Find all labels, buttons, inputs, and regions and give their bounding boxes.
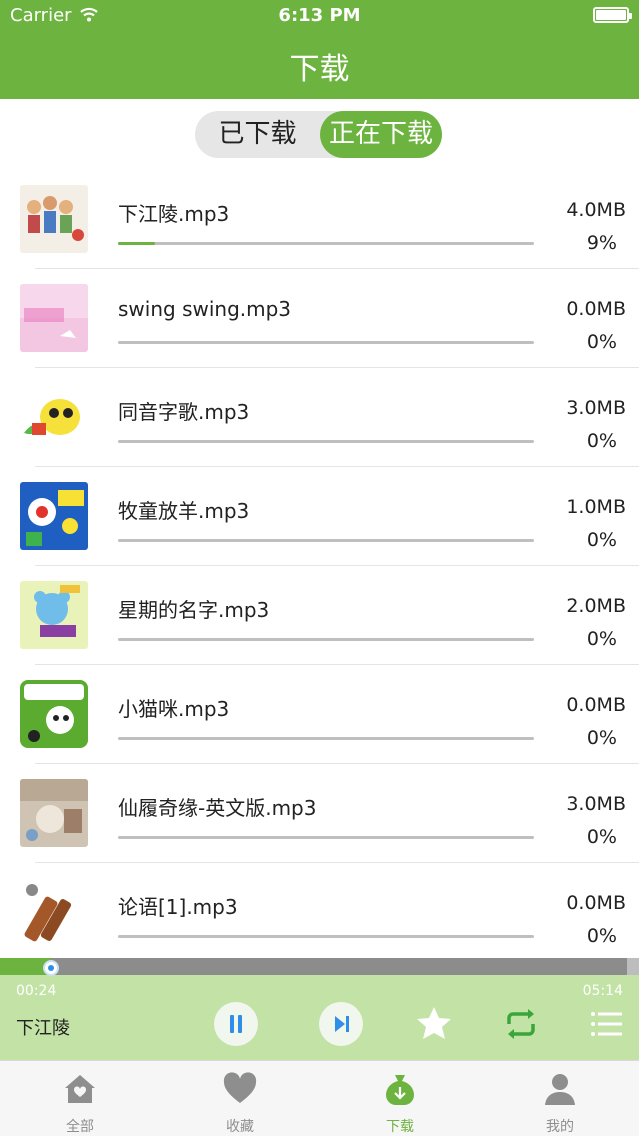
total-time: 05:14 (582, 983, 623, 999)
file-size: 2.0MB (566, 595, 626, 617)
download-segment-control: 已下载 正在下载 (195, 111, 442, 158)
segment-downloaded[interactable]: 已下载 (195, 111, 320, 158)
download-progress-bar (118, 242, 534, 245)
album-thumbnail (20, 482, 88, 550)
file-name: 下江陵.mp3 (118, 202, 230, 226)
file-size: 3.0MB (566, 793, 626, 815)
tab-bar: 全部 收藏 下载 我的 (0, 1060, 639, 1136)
download-item[interactable]: swing swing.mp3 0.0MB 0% (0, 269, 639, 368)
download-progress-bar (118, 440, 534, 443)
download-percent: 0% (586, 727, 617, 749)
download-percent: 0% (586, 529, 617, 551)
tab-label: 我的 (546, 1119, 574, 1135)
download-progress-bar (118, 341, 534, 344)
file-size: 4.0MB (566, 199, 626, 221)
tab-downloads[interactable]: 下载 (320, 1061, 480, 1136)
download-progress-bar (118, 638, 534, 641)
star-icon[interactable] (414, 1004, 454, 1044)
file-name: 星期的名字.mp3 (118, 598, 270, 622)
download-percent: 9% (586, 232, 617, 254)
tab-all[interactable]: 全部 (0, 1061, 160, 1136)
current-time: 00:24 (16, 983, 57, 999)
mini-player: 00:24 05:14 下江陵 (0, 958, 639, 1060)
file-size: 0.0MB (566, 694, 626, 716)
download-percent: 0% (586, 925, 617, 947)
repeat-icon[interactable] (501, 1004, 541, 1044)
download-percent: 0% (586, 826, 617, 848)
file-size: 1.0MB (566, 496, 626, 518)
file-name: 同音字歌.mp3 (118, 400, 250, 424)
download-progress-bar (118, 539, 534, 542)
download-item[interactable]: 牧童放羊.mp3 1.0MB 0% (0, 467, 639, 566)
page-title: 下载 (289, 52, 350, 87)
file-name: 仙履奇缘-英文版.mp3 (118, 796, 317, 820)
file-name: 小猫咪.mp3 (118, 697, 230, 721)
now-playing-title: 下江陵 (16, 1018, 70, 1039)
album-thumbnail (20, 779, 88, 847)
download-item[interactable]: 论语[1].mp3 0.0MB 0% (0, 863, 639, 962)
download-item[interactable]: 仙履奇缘-英文版.mp3 3.0MB 0% (0, 764, 639, 863)
playback-scrubber-handle[interactable] (43, 960, 60, 976)
pause-button[interactable] (214, 1002, 258, 1046)
download-item[interactable]: 星期的名字.mp3 2.0MB 0% (0, 566, 639, 665)
playback-progress-bar[interactable] (0, 958, 639, 975)
album-thumbnail (20, 680, 88, 748)
tab-label: 收藏 (226, 1119, 254, 1135)
download-percent: 0% (586, 331, 617, 353)
home-icon (65, 1075, 95, 1103)
album-thumbnail (20, 581, 88, 649)
download-icon (386, 1075, 414, 1105)
file-name: 论语[1].mp3 (118, 895, 238, 919)
file-size: 3.0MB (566, 397, 626, 419)
status-bar: Carrier 6:13 PM (0, 0, 639, 32)
tab-label: 全部 (66, 1119, 94, 1135)
download-percent: 0% (586, 430, 617, 452)
file-name: swing swing.mp3 (118, 297, 292, 321)
download-progress-bar (118, 836, 534, 839)
tab-mine[interactable]: 我的 (480, 1061, 639, 1136)
album-thumbnail (20, 185, 88, 253)
album-thumbnail (20, 284, 88, 352)
download-progress-bar (118, 935, 534, 938)
user-icon (545, 1074, 575, 1105)
status-time: 6:13 PM (278, 5, 361, 26)
segment-downloading[interactable]: 正在下载 (320, 111, 442, 158)
album-thumbnail (20, 878, 88, 946)
battery-icon (593, 7, 632, 23)
heart-icon (223, 1072, 257, 1103)
file-name: 牧童放羊.mp3 (118, 499, 250, 523)
album-thumbnail (20, 383, 88, 451)
download-item[interactable]: 下江陵.mp3 4.0MB 9% (0, 170, 639, 269)
file-size: 0.0MB (566, 892, 626, 914)
file-size: 0.0MB (566, 298, 626, 320)
next-icon (335, 1016, 349, 1032)
download-progress-bar (118, 737, 534, 740)
tab-favorites[interactable]: 收藏 (160, 1061, 320, 1136)
nav-header: Carrier 6:13 PM 下载 (0, 0, 639, 99)
tab-label: 下载 (386, 1119, 414, 1135)
download-percent: 0% (586, 628, 617, 650)
download-item[interactable]: 同音字歌.mp3 3.0MB 0% (0, 368, 639, 467)
playlist-icon[interactable] (587, 1004, 627, 1044)
pause-icon (230, 1015, 242, 1033)
download-item[interactable]: 小猫咪.mp3 0.0MB 0% (0, 665, 639, 764)
next-button[interactable] (319, 1002, 363, 1046)
